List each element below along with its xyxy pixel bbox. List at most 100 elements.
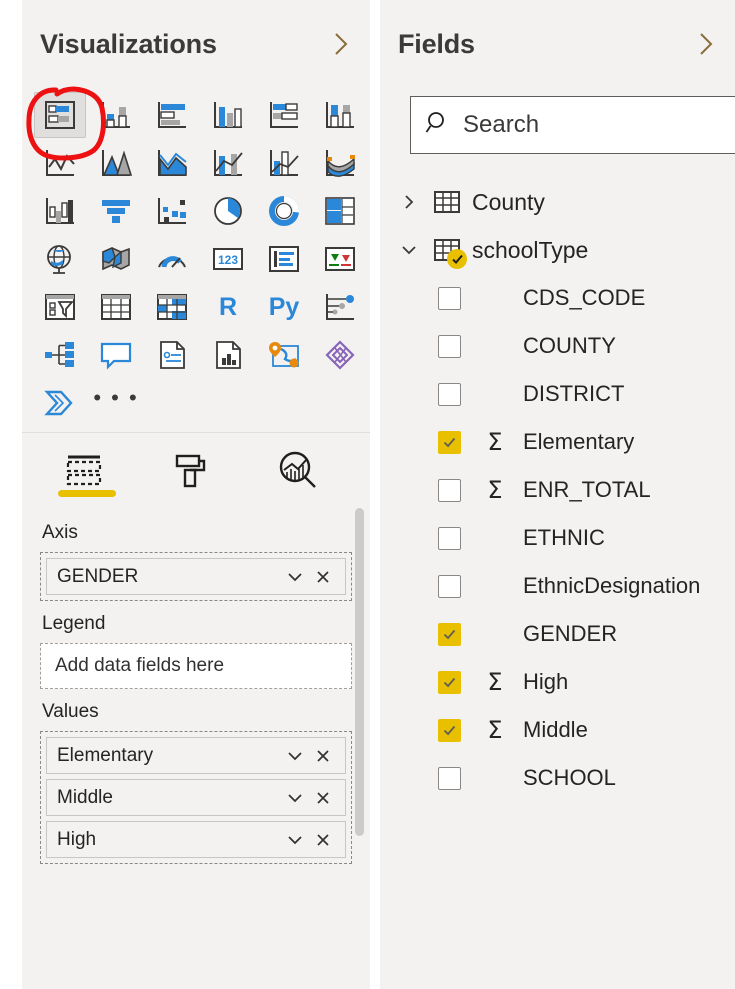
power-automate-icon[interactable]	[34, 380, 86, 426]
arcgis-maps-icon[interactable]	[258, 332, 310, 378]
stacked-area-chart-icon[interactable]	[146, 140, 198, 186]
panel-gap	[370, 0, 380, 989]
matrix-icon[interactable]	[146, 284, 198, 330]
card-icon[interactable]: 123	[202, 236, 254, 282]
field-checkbox[interactable]	[438, 334, 461, 358]
100-percent-stacked-column-chart-icon[interactable]	[314, 92, 366, 138]
field-chip[interactable]: GENDER	[46, 558, 346, 595]
pie-chart-icon[interactable]	[202, 188, 254, 234]
field-row[interactable]: ΣEthnicDesignation	[388, 562, 735, 610]
field-chip[interactable]: High	[46, 821, 346, 858]
field-checkbox[interactable]	[438, 766, 461, 790]
fields-header: Fields	[380, 0, 735, 88]
chevron-down-icon[interactable]	[281, 563, 309, 591]
tab-fields[interactable]	[58, 443, 116, 499]
line-and-stacked-column-chart-icon[interactable]	[202, 140, 254, 186]
field-label: Middle	[523, 717, 588, 742]
donut-chart-icon[interactable]	[258, 188, 310, 234]
python-visual-icon[interactable]: Py	[258, 284, 310, 330]
close-icon[interactable]	[309, 826, 337, 854]
field-label: GENDER	[523, 621, 618, 646]
fields-table-row-county[interactable]: County	[388, 178, 735, 226]
field-checkbox[interactable]	[438, 574, 461, 598]
scatter-chart-icon[interactable]	[146, 188, 198, 234]
field-checkbox[interactable]	[438, 622, 461, 646]
chevron-down-icon[interactable]	[281, 784, 309, 812]
chevron-down-icon[interactable]	[396, 240, 422, 260]
area-chart-icon[interactable]	[90, 140, 142, 186]
power-apps-icon[interactable]	[314, 332, 366, 378]
filled-map-icon[interactable]	[90, 236, 142, 282]
field-chip[interactable]: Elementary	[46, 737, 346, 774]
multi-row-card-icon[interactable]	[258, 236, 310, 282]
clustered-bar-chart-icon[interactable]	[146, 92, 198, 138]
key-influencers-icon[interactable]	[314, 284, 366, 330]
sigma-icon: Σ	[487, 476, 503, 504]
pane-divider	[22, 432, 370, 433]
r-script-visual-icon[interactable]: R	[202, 284, 254, 330]
smart-narrative-icon[interactable]	[146, 332, 198, 378]
field-checkbox[interactable]	[438, 382, 461, 406]
treemap-icon[interactable]	[314, 188, 366, 234]
decomposition-tree-icon[interactable]	[34, 332, 86, 378]
table-icon[interactable]	[90, 284, 142, 330]
stacked-bar-chart-icon[interactable]	[34, 92, 86, 138]
close-icon[interactable]	[309, 742, 337, 770]
field-chip-label: High	[57, 828, 97, 850]
field-row[interactable]: Σ ENR_TOTAL	[388, 466, 735, 514]
map-icon[interactable]	[34, 236, 86, 282]
field-wells: Axis GENDER Legend Add data fields here Valu…	[22, 510, 370, 989]
search-placeholder: Search	[463, 111, 540, 138]
field-checkbox[interactable]	[438, 430, 461, 454]
slicer-icon[interactable]	[34, 284, 86, 330]
more-options-icon[interactable]: • • •	[90, 380, 142, 426]
field-checkbox[interactable]	[438, 286, 461, 310]
fields-pane: Fields Search CountyschoolTypeΣCDS_CODEΣ…	[380, 0, 735, 989]
field-checkbox[interactable]	[438, 526, 461, 550]
well-dropzone-legend[interactable]: Add data fields here	[40, 643, 352, 689]
field-chip[interactable]: Middle	[46, 779, 346, 816]
chevron-right-icon[interactable]	[693, 31, 719, 57]
field-label: EthnicDesignation	[523, 573, 701, 598]
field-chip-label: Middle	[57, 786, 113, 808]
ribbon-chart-icon[interactable]	[314, 140, 366, 186]
chevron-right-icon[interactable]	[328, 31, 354, 57]
field-row[interactable]: Σ High	[388, 658, 735, 706]
field-row[interactable]: ΣCDS_CODE	[388, 274, 735, 322]
fields-table-row-schooltype[interactable]: schoolType	[388, 226, 735, 274]
sigma-icon: Σ	[487, 668, 503, 696]
field-row[interactable]: ΣETHNIC	[388, 514, 735, 562]
field-checkbox[interactable]	[438, 478, 461, 502]
paginated-report-icon[interactable]	[202, 332, 254, 378]
gauge-icon[interactable]	[146, 236, 198, 282]
field-label: SCHOOL	[523, 765, 616, 790]
field-row[interactable]: Σ Elementary	[388, 418, 735, 466]
well-dropzone-axis[interactable]: GENDER	[40, 552, 352, 601]
field-row[interactable]: ΣDISTRICT	[388, 370, 735, 418]
field-checkbox[interactable]	[438, 718, 461, 742]
q-and-a-icon[interactable]	[90, 332, 142, 378]
field-row[interactable]: ΣGENDER	[388, 610, 735, 658]
well-dropzone-values[interactable]: Elementary Middle High	[40, 731, 352, 864]
100-percent-stacked-bar-chart-icon[interactable]	[258, 92, 310, 138]
waterfall-chart-icon[interactable]	[34, 188, 86, 234]
search-input[interactable]: Search	[410, 96, 735, 154]
line-and-clustered-column-chart-icon[interactable]	[258, 140, 310, 186]
field-row[interactable]: ΣSCHOOL	[388, 754, 735, 802]
stacked-column-chart-icon[interactable]	[90, 92, 142, 138]
funnel-chart-icon[interactable]	[90, 188, 142, 234]
close-icon[interactable]	[309, 563, 337, 591]
tab-analytics[interactable]	[274, 443, 322, 499]
line-chart-icon[interactable]	[34, 140, 86, 186]
chevron-down-icon[interactable]	[281, 742, 309, 770]
chevron-down-icon[interactable]	[281, 826, 309, 854]
clustered-column-chart-icon[interactable]	[202, 92, 254, 138]
field-row[interactable]: ΣCOUNTY	[388, 322, 735, 370]
tab-format[interactable]	[168, 443, 216, 499]
close-icon[interactable]	[309, 784, 337, 812]
visualizations-scrollbar[interactable]	[355, 508, 364, 836]
chevron-right-icon[interactable]	[396, 192, 422, 212]
kpi-icon[interactable]	[314, 236, 366, 282]
field-checkbox[interactable]	[438, 670, 461, 694]
field-row[interactable]: Σ Middle	[388, 706, 735, 754]
